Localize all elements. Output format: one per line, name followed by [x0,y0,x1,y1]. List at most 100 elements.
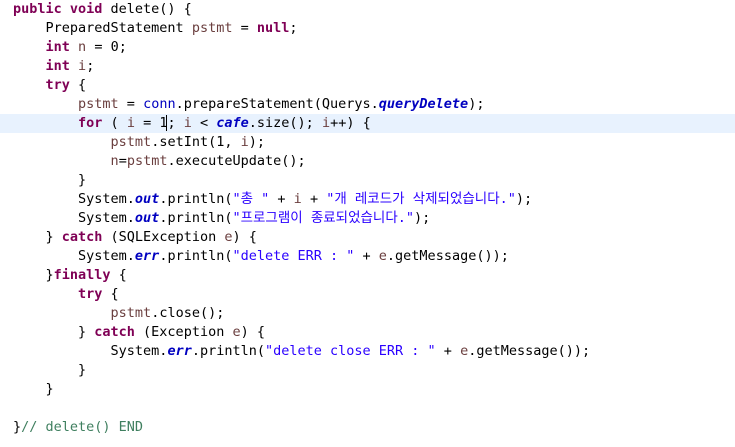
code-token: ) { [232,229,257,245]
code-line-text: System.err.println("delete close ERR : "… [13,342,591,361]
code-token: int [45,39,70,55]
code-line[interactable]: try { [0,76,735,95]
code-token: i [293,191,302,207]
code-line[interactable]: pstmt.close(); [0,304,735,323]
code-token: System. [13,248,135,264]
code-line[interactable]: }finally { [0,266,735,285]
code-line[interactable]: int i; [0,57,735,76]
code-token: .executeUpdate(); [167,153,306,169]
code-token: i [240,134,249,150]
code-line[interactable]: System.out.println("프로그램이 종료되었습니다."); [0,209,735,228]
code-token: + [301,191,327,207]
code-line[interactable]: try { [0,285,735,304]
code-token: .println( [159,248,233,264]
code-line-text: } catch (SQLException e) { [13,228,257,247]
code-token: pstmt [191,20,233,36]
code-token: pstmt [110,134,152,150]
code-line[interactable]: } [0,171,735,190]
code-token: cafe [216,115,249,131]
code-token: .prepareStatement(Querys. [175,96,379,112]
code-token: err [134,248,160,264]
code-line-text: n=pstmt.executeUpdate(); [13,152,306,171]
code-line[interactable]: public void delete() { [0,0,735,19]
code-token: = [232,20,257,36]
code-token: ); [515,191,533,207]
code-line-text: try { [13,76,87,95]
code-token: i [321,115,331,131]
code-editor[interactable]: public void delete() { PreparedStatement… [0,0,735,447]
code-token: out [134,191,160,207]
code-token: try [78,286,103,302]
code-line-text: }finally { [13,266,127,285]
code-line-text: PreparedStatement pstmt = null; [13,19,298,38]
code-token: catch [94,324,135,340]
code-token: = 1 [134,115,168,131]
code-token: } [13,419,22,435]
code-line[interactable]: } catch (SQLException e) { [0,228,735,247]
code-token: (Exception [134,324,233,340]
code-line[interactable]: pstmt.setInt(1, i); [0,133,735,152]
code-line[interactable]: } [0,361,735,380]
code-token: int [45,58,70,74]
code-token: out [134,210,160,226]
code-token: // delete() END [21,419,144,435]
code-line-text: int i; [13,57,95,76]
code-token: e [232,324,241,340]
code-line[interactable]: int n = 0; [0,38,735,57]
code-line[interactable]: System.err.println("delete close ERR : "… [0,342,735,361]
code-token: "개 레코드가 삭제되었습니다." [326,191,516,207]
code-line-text: pstmt.setInt(1, i); [13,133,265,152]
code-token: "프로그램이 종료되었습니다." [232,210,415,226]
code-line[interactable]: }// delete() END [0,418,735,437]
code-token: System. [13,191,135,207]
code-line[interactable] [0,399,735,418]
code-line-text: System.err.println("delete ERR : " + e.g… [13,247,509,266]
code-token: (SQLException [102,229,225,245]
code-line-text: } [13,380,54,399]
code-token: .setInt(1, [151,134,241,150]
code-line-text: int n = 0; [13,38,127,57]
code-token: + [269,191,294,207]
code-line[interactable]: } catch (Exception e) { [0,323,735,342]
code-line-text: } catch (Exception e) { [13,323,265,342]
code-token: } [13,229,62,245]
code-token: pstmt [110,305,152,321]
code-token: { [110,267,127,283]
code-token: { [69,77,87,93]
code-line[interactable]: for ( i = 1; i < cafe.size(); i++) { [0,114,735,133]
code-token: "delete close ERR : " [264,343,436,359]
code-line[interactable]: System.err.println("delete ERR : " + e.g… [0,247,735,266]
code-token: queryDelete [378,96,469,112]
code-token: System. [13,210,135,226]
code-token: ; [289,20,298,36]
code-token: .println( [159,191,233,207]
code-token: pstmt [126,153,168,169]
code-line-text: try { [13,285,119,304]
code-token: .size(); [248,115,322,131]
code-line[interactable]: pstmt = conn.prepareStatement(Querys.que… [0,95,735,114]
code-token: delete() { [102,1,192,17]
code-token: + [354,248,379,264]
code-token: ; [167,115,184,131]
code-token: = [118,153,127,169]
code-token: .println( [159,210,233,226]
code-token: finally [53,267,111,283]
code-line-text: public void delete() { [13,0,192,19]
code-line[interactable]: PreparedStatement pstmt = null; [0,19,735,38]
code-token: e [378,248,387,264]
code-token: } [13,381,54,397]
code-line[interactable]: } [0,380,735,399]
code-line[interactable]: n=pstmt.executeUpdate(); [0,152,735,171]
code-line[interactable]: System.out.println("총 " + i + "개 레코드가 삭제… [0,190,735,209]
code-token: i [126,115,135,131]
code-line-text: } [13,361,86,380]
code-token: for [78,115,103,131]
code-token: ); [414,210,431,226]
